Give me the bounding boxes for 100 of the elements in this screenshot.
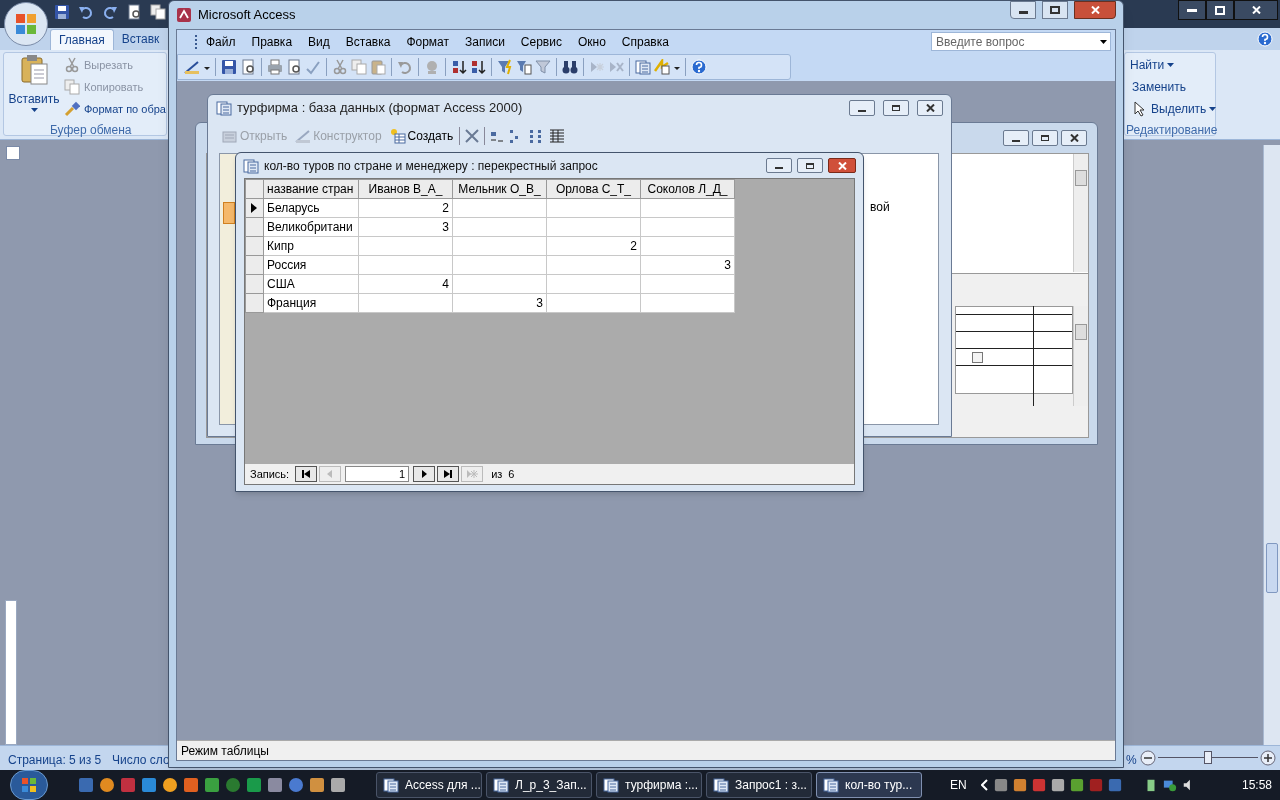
- close-button[interactable]: [1074, 1, 1116, 19]
- help-icon[interactable]: [691, 59, 707, 75]
- sort-ascending-icon[interactable]: [451, 59, 467, 75]
- ribbon-tab[interactable]: Главная: [50, 29, 114, 50]
- maximize-button[interactable]: [883, 100, 909, 116]
- format-painter-button[interactable]: Формат по обра: [64, 101, 166, 117]
- clock[interactable]: 15:58: [1241, 776, 1272, 794]
- menu-item[interactable]: Правка: [251, 32, 293, 51]
- view-icon[interactable]: [184, 59, 200, 75]
- tray-icon[interactable]: [1012, 778, 1027, 792]
- close-button[interactable]: [1234, 0, 1278, 20]
- close-button[interactable]: [828, 158, 856, 173]
- app-icon[interactable]: [309, 777, 325, 793]
- brush-icon[interactable]: [64, 101, 80, 117]
- find-button[interactable]: Найти: [1130, 57, 1217, 73]
- print-preview-icon[interactable]: [286, 59, 302, 75]
- language-indicator[interactable]: EN: [950, 776, 967, 794]
- menu-item[interactable]: Вставка: [345, 32, 391, 51]
- sort-descending-icon[interactable]: [470, 59, 486, 75]
- minimize-button[interactable]: [1003, 130, 1029, 146]
- last-record-button[interactable]: [437, 466, 460, 482]
- taskbar-button[interactable]: Access для ...: [376, 772, 482, 798]
- zoom-out-icon[interactable]: [1140, 750, 1156, 766]
- close-button[interactable]: [1061, 130, 1087, 146]
- database-window-icon[interactable]: [635, 59, 651, 75]
- new-object-icon[interactable]: [654, 59, 670, 75]
- first-record-button[interactable]: [295, 466, 318, 482]
- close-button[interactable]: [917, 100, 943, 116]
- details-icon[interactable]: [549, 128, 566, 144]
- tray-icon[interactable]: [1050, 778, 1065, 792]
- ribbon-tab[interactable]: Вставк: [117, 29, 160, 50]
- window-icon[interactable]: [713, 777, 729, 793]
- paste-icon[interactable]: [19, 54, 49, 86]
- menu-item[interactable]: Файл: [206, 32, 236, 51]
- maximize-button[interactable]: [1032, 130, 1058, 146]
- restore-button[interactable]: [1206, 0, 1234, 20]
- menu-item[interactable]: Справка: [621, 32, 669, 51]
- query-icon[interactable]: [243, 157, 259, 174]
- save-icon[interactable]: [221, 59, 237, 75]
- column-header[interactable]: Орлова С_Т_: [546, 179, 641, 199]
- tray-icon[interactable]: [1069, 778, 1084, 792]
- start-button[interactable]: [10, 770, 48, 800]
- taskbar-button[interactable]: кол-во тур...: [816, 772, 922, 798]
- record-number-field[interactable]: 1: [345, 466, 410, 482]
- network-icon[interactable]: [1162, 778, 1177, 792]
- taskbar-button[interactable]: Запрос1 : з...: [706, 772, 812, 798]
- redo-icon[interactable]: [102, 4, 118, 20]
- undo-icon[interactable]: [78, 4, 94, 20]
- help-search-field[interactable]: Введите вопрос: [931, 32, 1111, 51]
- tray-icon[interactable]: [1107, 778, 1122, 792]
- chevron-icon[interactable]: [980, 779, 989, 791]
- taskbar-button[interactable]: турфирма :...: [596, 772, 702, 798]
- save-icon[interactable]: [54, 4, 70, 20]
- menu-item[interactable]: Формат: [406, 32, 450, 51]
- new-table-icon[interactable]: [389, 128, 406, 144]
- maximize-button[interactable]: [1042, 1, 1068, 19]
- window-icon[interactable]: [603, 777, 619, 793]
- checkbox[interactable]: [972, 352, 983, 363]
- delete-icon[interactable]: [464, 128, 481, 144]
- binoculars-icon[interactable]: [562, 59, 578, 75]
- paste-button[interactable]: Вставить: [8, 54, 60, 116]
- window-icon[interactable]: [383, 777, 399, 793]
- taskbar-button[interactable]: Л_р_3_Зап...: [486, 772, 592, 798]
- menu-item[interactable]: Вид: [308, 32, 330, 51]
- app-icon[interactable]: [246, 777, 262, 793]
- menu-item[interactable]: Сервис: [520, 32, 562, 51]
- print-preview-icon[interactable]: [126, 4, 142, 20]
- app-icon[interactable]: [267, 777, 283, 793]
- minimize-button[interactable]: [1178, 0, 1206, 20]
- menu-item[interactable]: Окно: [577, 32, 606, 51]
- file-search-icon[interactable]: [240, 59, 256, 75]
- minimize-button[interactable]: [1010, 1, 1036, 19]
- menu-item[interactable]: Записи: [465, 32, 505, 51]
- window-icon[interactable]: [150, 4, 166, 20]
- minimize-button[interactable]: [849, 100, 875, 116]
- maximize-button[interactable]: [797, 158, 823, 173]
- window-icon[interactable]: [823, 777, 839, 793]
- column-header[interactable]: Мельник О_В_: [452, 179, 547, 199]
- toolbar-button[interactable]: Создать: [387, 125, 456, 147]
- minimize-button[interactable]: [766, 158, 792, 173]
- tray-icon[interactable]: [993, 778, 1008, 792]
- access-logo-icon[interactable]: [176, 7, 192, 23]
- column-header[interactable]: название стран: [263, 179, 359, 199]
- replace-button[interactable]: Заменить: [1130, 79, 1217, 95]
- column-header[interactable]: Соколов Л_Д_: [640, 179, 735, 199]
- column-header[interactable]: Иванов В_А_: [358, 179, 453, 199]
- filter-by-selection-icon[interactable]: [497, 59, 513, 75]
- print-icon[interactable]: [267, 59, 283, 75]
- ruler-toggle[interactable]: [6, 146, 20, 160]
- help-icon[interactable]: [1257, 31, 1273, 47]
- zoom-in-icon[interactable]: [1260, 750, 1276, 766]
- app-icon[interactable]: [99, 777, 115, 793]
- zoom-slider-thumb[interactable]: [1204, 751, 1212, 764]
- select-button[interactable]: Выделить: [1130, 101, 1217, 117]
- database-icon[interactable]: [216, 100, 232, 116]
- window-icon[interactable]: [493, 777, 509, 793]
- next-record-button[interactable]: [413, 466, 436, 482]
- tray-icon[interactable]: [1031, 778, 1046, 792]
- zoom-slider[interactable]: [1158, 751, 1258, 765]
- filter-by-form-icon[interactable]: [516, 59, 532, 75]
